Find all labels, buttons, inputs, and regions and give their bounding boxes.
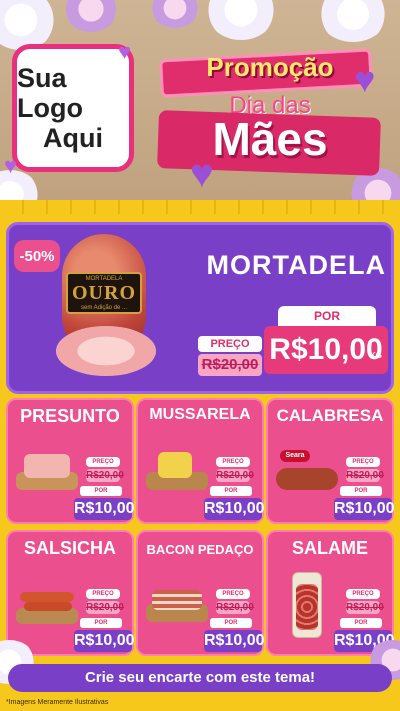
old-price: R$20,00 <box>216 601 254 614</box>
new-price: R$10,00 <box>334 498 395 520</box>
new-price-value: R$10,00 <box>334 500 395 517</box>
hero-new-price-tag: POR R$10,00 KG <box>264 306 388 378</box>
preco-label: PREÇO <box>86 457 120 467</box>
mortadela-slices-image <box>56 326 156 376</box>
new-price-box: R$10,00 KG <box>264 326 388 374</box>
preco-label: PREÇO <box>198 336 262 352</box>
cta-banner[interactable]: Crie seu encarte com este tema! <box>8 664 392 692</box>
old-price: R$20,00 <box>216 469 254 482</box>
brand-sub: sem Adição de ... <box>80 304 128 311</box>
maes-text: Mães <box>212 113 328 165</box>
new-price: R$10,00 <box>269 333 383 366</box>
por-label: POR <box>340 486 382 496</box>
product-card-bacon: BACON PEDAÇO PREÇO R$20,00 POR R$10,00 <box>136 530 265 656</box>
new-price: R$10,00 <box>204 630 265 652</box>
old-price: R$20,00 <box>198 354 262 376</box>
heart-icon: ♥ <box>4 153 18 178</box>
logo-line-2: Aqui <box>43 123 103 153</box>
footnote: *Imagens Meramente Ilustrativas <box>6 699 109 706</box>
product-card-calabresa: CALABRESA Seara PREÇO R$20,00 POR R$10,0… <box>266 398 395 524</box>
heart-icon: ♥ <box>190 152 214 196</box>
product-card-salame: SALAME PREÇO R$20,00 POR R$10,00 <box>266 530 395 656</box>
product-name: CALABRESA <box>276 406 384 425</box>
product-name: MUSSARELA <box>149 406 251 423</box>
old-price: R$20,00 <box>346 601 384 614</box>
mussarela-image <box>144 450 210 496</box>
product-name: BACON PEDAÇO <box>146 542 254 557</box>
salame-image <box>274 570 340 640</box>
preco-label: PREÇO <box>346 457 380 467</box>
unit-label: KG <box>370 351 382 360</box>
discount-badge: -50% <box>14 240 60 272</box>
preco-label: PREÇO <box>216 457 250 467</box>
product-card-mussarela: MUSSARELA PREÇO R$20,00 POR R$10,00 <box>136 398 265 524</box>
brand-label: MORTADELA OURO sem Adição de ... <box>66 272 142 314</box>
hero-old-price-tag: PREÇO R$20,00 <box>198 332 262 380</box>
por-label: POR <box>210 486 252 496</box>
promo-title: Promoção Dia das Mães <box>152 48 388 178</box>
new-price-value: R$10,00 <box>204 632 265 649</box>
salsicha-image <box>14 582 80 628</box>
heart-icon: ♥ <box>118 39 132 64</box>
product-card-salsicha: SALSICHA PREÇO R$20,00 POR R$10,00 <box>6 530 135 656</box>
preco-label: PREÇO <box>346 589 380 599</box>
new-price: R$10,00 <box>74 498 135 520</box>
seara-brand: Seara <box>280 450 310 462</box>
new-price: R$10,00 <box>74 630 135 652</box>
logo-placeholder: Sua Logo Aqui <box>12 44 134 172</box>
por-label: POR <box>80 486 122 496</box>
new-price: R$10,00 <box>204 498 265 520</box>
product-name: PRESUNTO <box>20 406 120 426</box>
promo-text: Promoção <box>206 52 334 82</box>
por-label: POR <box>80 618 122 628</box>
new-price-value: R$10,00 <box>74 500 135 517</box>
por-label: POR <box>278 306 376 326</box>
calabresa-image: Seara <box>274 450 340 496</box>
new-price-value: R$10,00 <box>204 500 265 517</box>
product-name: SALAME <box>292 538 368 558</box>
old-price: R$20,00 <box>86 601 124 614</box>
por-label: POR <box>210 618 252 628</box>
product-card-presunto: PRESUNTO PREÇO R$20,00 POR R$10,00 <box>6 398 135 524</box>
presunto-image <box>14 450 80 496</box>
preco-label: PREÇO <box>216 589 250 599</box>
old-price: R$20,00 <box>86 469 124 482</box>
por-label: POR <box>340 618 382 628</box>
logo-line-1: Sua Logo <box>17 63 83 123</box>
bacon-image <box>144 582 210 628</box>
heart-icon: ♥ <box>354 59 376 100</box>
brand-name: OURO <box>72 281 136 304</box>
product-name: SALSICHA <box>23 538 116 558</box>
new-price-value: R$10,00 <box>74 632 135 649</box>
old-price: R$20,00 <box>346 469 384 482</box>
hero-product-name: MORTADELA <box>206 250 386 280</box>
preco-label: PREÇO <box>86 589 120 599</box>
